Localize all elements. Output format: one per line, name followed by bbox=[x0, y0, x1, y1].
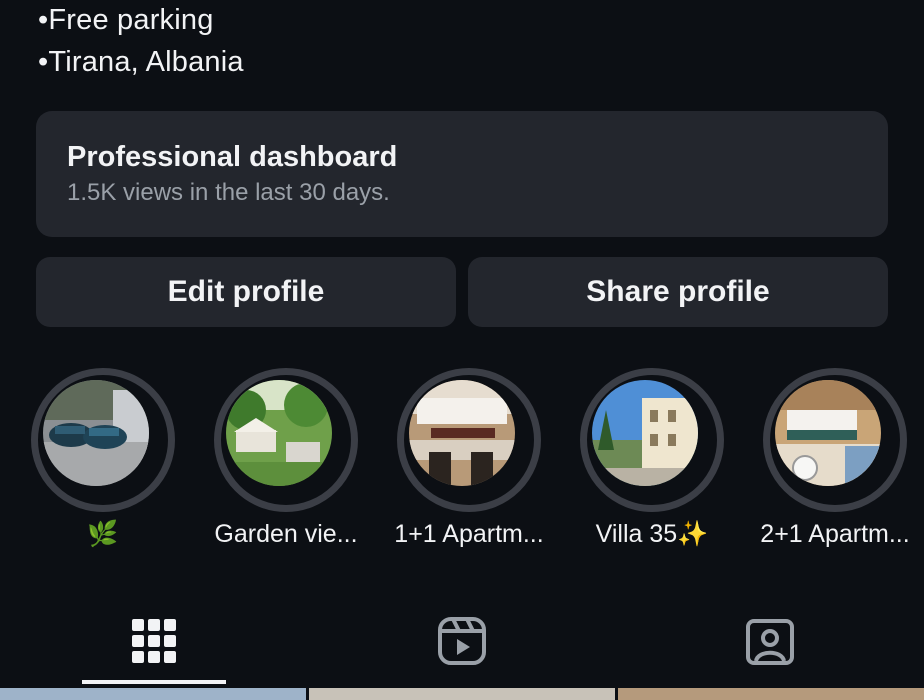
post-thumbnail[interactable] bbox=[0, 688, 306, 700]
posts-grid-preview bbox=[0, 688, 924, 700]
edit-profile-button[interactable]: Edit profile bbox=[36, 257, 456, 327]
tab-posts-grid[interactable] bbox=[0, 595, 308, 687]
highlight-cover-image bbox=[43, 380, 149, 486]
post-thumbnail[interactable] bbox=[618, 688, 924, 700]
highlight-label: 2+1 Apartm... bbox=[760, 520, 910, 548]
story-highlight-apartment-2-1[interactable]: 2+1 Apartm... bbox=[760, 368, 910, 558]
tab-tagged[interactable] bbox=[616, 595, 924, 687]
highlight-cover-image bbox=[775, 380, 881, 486]
highlight-label: 1+1 Apartm... bbox=[394, 520, 544, 548]
dashboard-views-subtitle: 1.5K views in the last 30 days. bbox=[67, 179, 390, 206]
highlight-label: Villa 35✨ bbox=[595, 520, 709, 548]
reels-icon bbox=[438, 617, 486, 665]
story-highlight-villa-35[interactable]: Villa 35✨ bbox=[580, 368, 724, 558]
professional-dashboard-card[interactable]: Professional dashboard 1.5K views in the… bbox=[36, 111, 888, 237]
bio-line-location: •Tirana, Albania bbox=[38, 46, 244, 78]
story-highlight-apartment-1-1[interactable]: 1+1 Apartm... bbox=[394, 368, 544, 558]
tab-reels[interactable] bbox=[308, 595, 616, 687]
tagged-person-icon bbox=[746, 619, 794, 665]
dashboard-title: Professional dashboard bbox=[67, 141, 398, 173]
highlight-cover-image bbox=[592, 380, 698, 486]
post-thumbnail[interactable] bbox=[309, 688, 615, 700]
active-tab-indicator bbox=[82, 680, 226, 684]
share-profile-button[interactable]: Share profile bbox=[468, 257, 888, 327]
highlight-cover-image bbox=[409, 380, 515, 486]
highlight-label: 🌿 bbox=[87, 520, 119, 548]
story-highlight-garden[interactable]: Garden vie... bbox=[214, 368, 358, 558]
profile-content-tabs bbox=[0, 595, 924, 687]
grid-icon bbox=[132, 619, 176, 663]
highlight-cover-image bbox=[226, 380, 332, 486]
story-highlight-parking[interactable]: 🌿 bbox=[31, 368, 175, 558]
bio-line-parking: •Free parking bbox=[38, 4, 214, 36]
highlight-label: Garden vie... bbox=[214, 520, 358, 548]
